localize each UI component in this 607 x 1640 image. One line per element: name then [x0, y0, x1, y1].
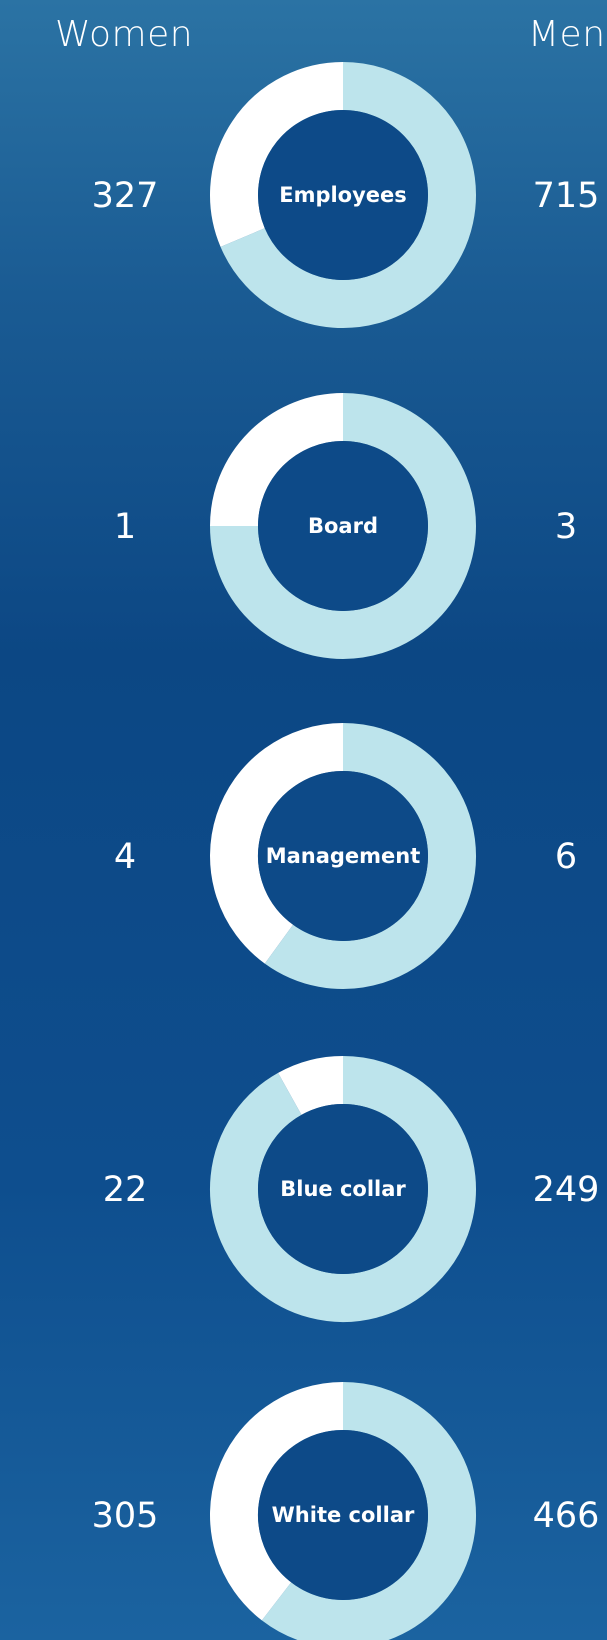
donut-charts: Employees 327 715 Board 1 3 Management 4 6 Blue c…	[92, 62, 600, 1640]
donut-title: Blue collar	[280, 1177, 406, 1201]
men-value: 466	[533, 1496, 600, 1536]
donut-board: Board 1 3	[114, 393, 577, 659]
donut-title: Management	[266, 844, 421, 868]
donut-title: White collar	[272, 1503, 415, 1527]
men-value: 3	[555, 507, 577, 547]
men-value: 249	[533, 1170, 600, 1210]
donut-blue-collar: Blue collar 22 249	[103, 1056, 600, 1322]
women-value: 4	[114, 837, 136, 877]
slice-women	[278, 1056, 344, 1116]
donut-white-collar: White collar 305 466	[92, 1382, 600, 1640]
donut-title: Employees	[279, 183, 407, 207]
women-value: 1	[114, 507, 136, 547]
donut-management: Management 4 6	[114, 723, 577, 989]
men-value: 6	[555, 837, 577, 877]
men-value: 715	[533, 176, 600, 216]
women-value: 327	[92, 176, 159, 216]
donut-title: Board	[308, 514, 378, 538]
donut-employees: Employees 327 715	[92, 62, 600, 328]
women-value: 305	[92, 1496, 159, 1536]
women-value: 22	[103, 1170, 148, 1210]
